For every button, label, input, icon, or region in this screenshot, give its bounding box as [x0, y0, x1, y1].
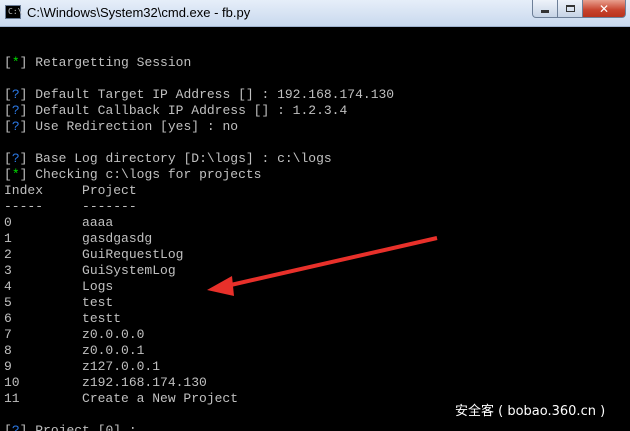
window-title: C:\Windows\System32\cmd.exe - fb.py	[27, 5, 251, 20]
console-line: [?] Use Redirection [yes] : no	[4, 119, 630, 135]
console-output[interactable]: [*] Retargetting Session [?] Default Targ…	[0, 27, 630, 431]
status-tag-ok: [*]	[4, 167, 28, 182]
status-mark: ?	[11, 423, 20, 431]
status-mark: ?	[11, 103, 20, 118]
maximize-icon	[565, 5, 575, 12]
status-mark: *	[11, 167, 20, 182]
close-icon: ✕	[598, 1, 610, 16]
console-line: 1 gasdgasdg	[4, 231, 630, 247]
status-tag-prompt: [?]	[4, 119, 28, 134]
console-line: [?] Project [0] :	[4, 423, 630, 431]
status-mark: ?	[11, 87, 20, 102]
maximize-button[interactable]	[558, 0, 583, 18]
console-line-text: 0 aaaa	[4, 215, 114, 230]
console-line: [?] Default Target IP Address [] : 192.1…	[4, 87, 630, 103]
cmd-window: C:\ C:\Windows\System32\cmd.exe - fb.py …	[0, 0, 630, 431]
console-line-text: Project [0] :	[27, 423, 137, 431]
close-button[interactable]: ✕	[583, 0, 626, 18]
status-tag-prompt: [?]	[4, 87, 28, 102]
console-line: 7 z0.0.0.0	[4, 327, 630, 343]
console-line-text: Retargetting Session	[27, 55, 192, 70]
console-line-text: 1 gasdgasdg	[4, 231, 153, 246]
console-line-text: Default Target IP Address [] : 192.168.1…	[27, 87, 395, 102]
console-line: ----- -------	[4, 199, 630, 215]
console-line-text: 7 z0.0.0.0	[4, 327, 145, 342]
console-line: [?] Default Callback IP Address [] : 1.2…	[4, 103, 630, 119]
status-tag-prompt: [?]	[4, 151, 28, 166]
console-line-text: 5 test	[4, 295, 114, 310]
console-line-text: 6 testt	[4, 311, 122, 326]
console-line-text: ----- -------	[4, 199, 137, 214]
console-line-text: 4 Logs	[4, 279, 114, 294]
console-line-text: 3 GuiSystemLog	[4, 263, 176, 278]
console-line: 2 GuiRequestLog	[4, 247, 630, 263]
console-line: Index Project	[4, 183, 630, 199]
console-line: 8 z0.0.0.1	[4, 343, 630, 359]
status-mark: ?	[11, 119, 20, 134]
console-line: [*] Checking c:\logs for projects	[4, 167, 630, 183]
console-line-text: Index Project	[4, 183, 137, 198]
minimize-button[interactable]	[532, 0, 558, 18]
console-line: 6 testt	[4, 311, 630, 327]
console-line: 9 z127.0.0.1	[4, 359, 630, 375]
console-icon[interactable]: C:\	[5, 5, 23, 19]
console-line-text: Default Callback IP Address [] : 1.2.3.4	[27, 103, 348, 118]
status-tag-ok: [*]	[4, 55, 28, 70]
console-line-text: 11 Create a New Project	[4, 391, 239, 406]
title-bar[interactable]: C:\ C:\Windows\System32\cmd.exe - fb.py …	[0, 0, 630, 27]
console-line-text: Base Log directory [D:\logs] : c:\logs	[27, 151, 332, 166]
console-line: [?] Base Log directory [D:\logs] : c:\lo…	[4, 151, 630, 167]
watermark: 安全客 ( bobao.360.cn )	[455, 404, 606, 419]
status-mark: *	[11, 55, 20, 70]
console-line: 10 z192.168.174.130	[4, 375, 630, 391]
console-line: 3 GuiSystemLog	[4, 263, 630, 279]
console-line: [*] Retargetting Session	[4, 55, 630, 71]
console-line: 5 test	[4, 295, 630, 311]
console-line-text: 2 GuiRequestLog	[4, 247, 184, 262]
console-line-text: 9 z127.0.0.1	[4, 359, 161, 374]
status-tag-prompt: [?]	[4, 423, 27, 431]
console-icon-label: C:\	[8, 7, 23, 16]
console-line-text: Checking c:\logs for projects	[27, 167, 262, 182]
status-tag-prompt: [?]	[4, 103, 28, 118]
status-mark: ?	[11, 151, 20, 166]
window-controls: ✕	[532, 0, 626, 19]
console-line: 0 aaaa	[4, 215, 630, 231]
console-line: 4 Logs	[4, 279, 630, 295]
console-line-text: 8 z0.0.0.1	[4, 343, 145, 358]
minimize-icon	[541, 10, 549, 13]
console-line-text: Use Redirection [yes] : no	[27, 119, 239, 134]
console-line-text: 10 z192.168.174.130	[4, 375, 207, 390]
